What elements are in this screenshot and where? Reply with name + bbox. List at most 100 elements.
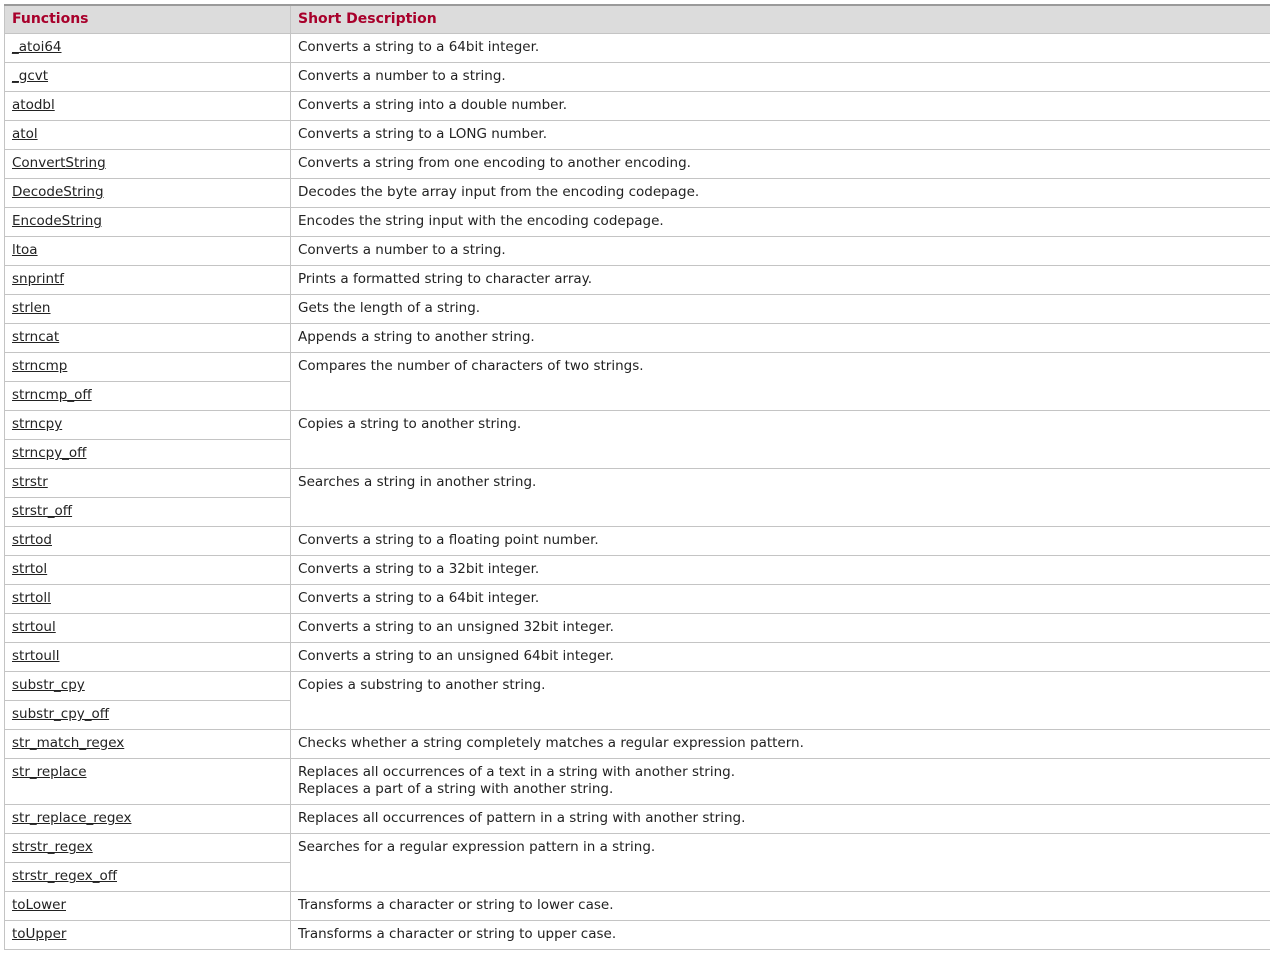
function-link[interactable]: atodbl [12, 97, 55, 113]
function-link[interactable]: toUpper [12, 926, 66, 942]
description-cell: Replaces all occurrences of pattern in a… [290, 803, 1270, 834]
table-body: _atoi64 Converts a string to a 64bit inte… [4, 32, 1270, 950]
function-link[interactable]: EncodeString [12, 213, 102, 229]
function-link[interactable]: strncat [12, 329, 59, 345]
description-cell: Decodes the byte array input from the en… [290, 177, 1270, 208]
function-cell: snprintf [4, 264, 291, 295]
function-link[interactable]: strtoull [12, 648, 60, 664]
table-row: str_match_regex Checks whether a string c… [4, 728, 1270, 759]
description-text: Converts a string to a 64bit integer. [298, 38, 540, 55]
description-text: Converts a string from one encoding to a… [298, 154, 691, 171]
function-cell: strtoull [4, 641, 291, 672]
description-cell: Converts a string to a 64bit integer. [290, 583, 1270, 614]
description-cell: Transforms a character or string to uppe… [290, 919, 1270, 950]
function-cell: str_replace_regex [4, 803, 291, 834]
function-link[interactable]: strncmp [12, 358, 67, 374]
function-link[interactable]: ltoa [12, 242, 38, 258]
table-row: strncpy Copies a string to another string… [4, 409, 1270, 469]
description-cell: Gets the length of a string. [290, 293, 1270, 324]
function-link[interactable]: strncpy [12, 416, 62, 432]
description-cell: Converts a string to a 32bit integer. [290, 554, 1270, 585]
table-row: strstr_regex Searches for a regular expre… [4, 832, 1270, 892]
function-link[interactable]: strtod [12, 532, 52, 548]
function-cell: strncpy [4, 409, 291, 440]
function-cell: strncat [4, 322, 291, 353]
function-table: Functions Short Description _atoi64 Conve… [4, 4, 1270, 950]
function-cell: str_replace [4, 757, 291, 805]
description-cell: Converts a string to a floating point nu… [290, 525, 1270, 556]
function-link[interactable]: strstr_regex_off [12, 868, 117, 884]
description-text: Appends a string to another string. [298, 328, 535, 345]
description-cell: Converts a string to an unsigned 32bit i… [290, 612, 1270, 643]
table-row: _gcvt Converts a number to a string. [4, 61, 1270, 92]
description-text: Converts a number to a string. [298, 67, 506, 84]
table-row: ltoa Converts a number to a string. [4, 235, 1270, 266]
table-row: strtod Converts a string to a floating po… [4, 525, 1270, 556]
function-link[interactable]: atol [12, 126, 38, 142]
description-text: Converts a string to a 32bit integer. [298, 560, 540, 577]
function-link[interactable]: strncmp_off [12, 387, 92, 403]
description-cell: Appends a string to another string. [290, 322, 1270, 353]
description-cell: Prints a formatted string to character a… [290, 264, 1270, 295]
description-text: Decodes the byte array input from the en… [298, 183, 700, 200]
table-row: toUpper Transforms a character or string … [4, 919, 1270, 950]
function-link[interactable]: _gcvt [12, 68, 48, 84]
function-cell: strncpy_off [4, 438, 291, 469]
function-cell: strlen [4, 293, 291, 324]
description-text: Converts a string into a double number. [298, 96, 568, 113]
description-cell: Converts a number to a string. [290, 235, 1270, 266]
function-link[interactable]: substr_cpy_off [12, 706, 109, 722]
description-text: Compares the number of characters of two… [298, 357, 644, 374]
description-cell: Converts a number to a string. [290, 61, 1270, 92]
function-cell: toUpper [4, 919, 291, 950]
description-text: Encodes the string input with the encodi… [298, 212, 664, 229]
description-text: Checks whether a string completely match… [298, 734, 804, 751]
function-cell: strncmp [4, 351, 291, 382]
function-link[interactable]: strtoll [12, 590, 51, 606]
table-row: strncmp Compares the number of characters… [4, 351, 1270, 411]
description-cell: Converts a string to a 64bit integer. [290, 32, 1270, 63]
description-text: Replaces all occurrences of pattern in a… [298, 809, 746, 826]
table-row: strstr Searches a string in another strin… [4, 467, 1270, 527]
function-link[interactable]: str_replace [12, 764, 87, 780]
function-link[interactable]: strstr [12, 474, 48, 490]
function-cell: ConvertString [4, 148, 291, 179]
description-text: Gets the length of a string. [298, 299, 481, 316]
description-text: Copies a substring to another string. [298, 676, 546, 693]
function-link[interactable]: str_replace_regex [12, 810, 131, 826]
table-row: ConvertString Converts a string from one … [4, 148, 1270, 179]
function-link[interactable]: str_match_regex [12, 735, 124, 751]
function-cell: strtod [4, 525, 291, 556]
table-row: DecodeString Decodes the byte array input… [4, 177, 1270, 208]
description-cell: Transforms a character or string to lowe… [290, 890, 1270, 921]
function-link[interactable]: toLower [12, 897, 66, 913]
function-link[interactable]: strncpy_off [12, 445, 87, 461]
table-row: atodbl Converts a string into a double nu… [4, 90, 1270, 121]
description-column-header: Short Description [290, 4, 1270, 34]
function-link[interactable]: substr_cpy [12, 677, 85, 693]
function-link[interactable]: ConvertString [12, 155, 106, 171]
description-text: Converts a number to a string. [298, 241, 506, 258]
function-link[interactable]: snprintf [12, 271, 64, 287]
function-link[interactable]: strtoul [12, 619, 56, 635]
function-cell: strtoul [4, 612, 291, 643]
function-link[interactable]: strtol [12, 561, 47, 577]
description-text: Prints a formatted string to character a… [298, 270, 593, 287]
function-cell: toLower [4, 890, 291, 921]
function-link[interactable]: DecodeString [12, 184, 104, 200]
table-row: _atoi64 Converts a string to a 64bit inte… [4, 32, 1270, 63]
table-row: strtoul Converts a string to an unsigned … [4, 612, 1270, 643]
table-header-row: Functions Short Description [4, 4, 1270, 34]
function-link[interactable]: _atoi64 [12, 39, 62, 55]
description-text: Converts a string to a LONG number. [298, 125, 547, 142]
function-cell: str_match_regex [4, 728, 291, 759]
table-row: snprintf Prints a formatted string to cha… [4, 264, 1270, 295]
function-link[interactable]: strstr_regex [12, 839, 93, 855]
description-cell: Converts a string to an unsigned 64bit i… [290, 641, 1270, 672]
function-cell: strstr [4, 467, 291, 498]
table-row: strncat Appends a string to another strin… [4, 322, 1270, 353]
description-cell: Encodes the string input with the encodi… [290, 206, 1270, 237]
function-link[interactable]: strstr_off [12, 503, 72, 519]
description-cell: Searches a string in another string. [290, 467, 1270, 527]
function-link[interactable]: strlen [12, 300, 51, 316]
